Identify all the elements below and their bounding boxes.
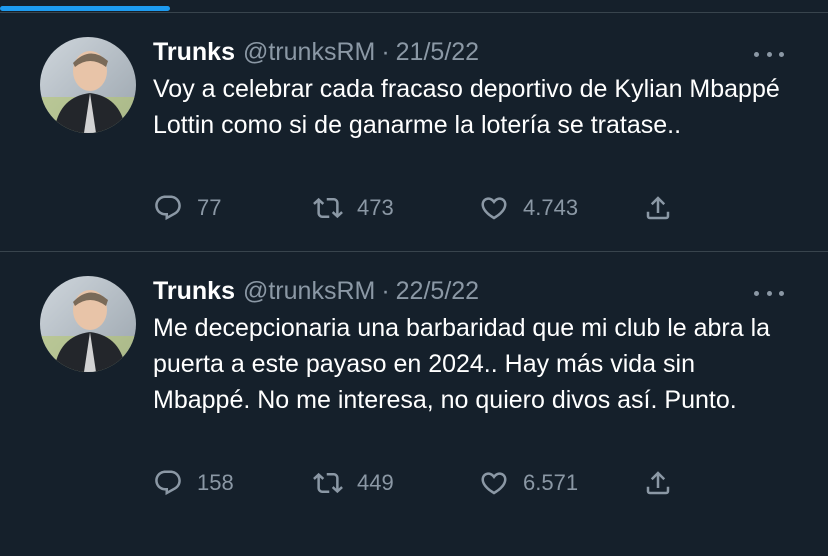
tweet-header: Trunks @trunksRM · 21/5/22 bbox=[153, 37, 479, 67]
share-icon bbox=[646, 471, 670, 495]
retweet-count: 449 bbox=[357, 470, 394, 495]
tweet-date[interactable]: 22/5/22 bbox=[396, 277, 479, 306]
author-handle[interactable]: @trunksRM bbox=[243, 277, 375, 306]
like-count: 4.743 bbox=[523, 195, 579, 220]
share-button[interactable] bbox=[643, 191, 673, 225]
reply-button[interactable]: 77 bbox=[153, 191, 221, 225]
tweet-actions: 158 449 6.571 bbox=[153, 466, 683, 500]
more-icon[interactable] bbox=[754, 49, 784, 59]
retweet-icon bbox=[313, 197, 343, 219]
retweet-count: 473 bbox=[357, 195, 394, 220]
tweet-actions: 77 473 4.743 bbox=[153, 191, 683, 225]
tweet-header: Trunks @trunksRM · 22/5/22 bbox=[153, 276, 479, 306]
reply-button[interactable]: 158 bbox=[153, 466, 234, 500]
retweet-button[interactable]: 473 bbox=[313, 191, 394, 225]
like-icon bbox=[481, 472, 507, 495]
more-icon[interactable] bbox=[754, 288, 784, 298]
reply-count: 158 bbox=[197, 470, 234, 495]
tweet-date[interactable]: 21/5/22 bbox=[396, 38, 479, 67]
tweet-text: Voy a celebrar cada fracaso deportivo de… bbox=[153, 75, 780, 139]
separator: · bbox=[381, 276, 390, 305]
retweet-button[interactable]: 449 bbox=[313, 466, 394, 500]
tweet[interactable]: Trunks @trunksRM · 22/5/22 Me decepciona… bbox=[0, 252, 828, 556]
like-icon bbox=[481, 197, 507, 220]
avatar[interactable] bbox=[40, 276, 136, 372]
like-button[interactable]: 4.743 bbox=[479, 191, 578, 225]
reply-icon bbox=[155, 470, 181, 496]
avatar[interactable] bbox=[40, 37, 136, 133]
retweet-icon bbox=[313, 472, 343, 494]
like-count: 6.571 bbox=[523, 470, 579, 495]
author-name[interactable]: Trunks bbox=[153, 277, 235, 306]
separator: · bbox=[381, 37, 390, 66]
like-button[interactable]: 6.571 bbox=[479, 466, 578, 500]
author-name[interactable]: Trunks bbox=[153, 38, 235, 67]
reply-count: 77 bbox=[197, 195, 222, 220]
reply-icon bbox=[155, 195, 181, 221]
author-handle[interactable]: @trunksRM bbox=[243, 38, 375, 67]
tweet-text: Me decepcionaria una barbaridad que mi c… bbox=[153, 314, 771, 414]
tab-indicator bbox=[0, 6, 170, 11]
share-icon bbox=[646, 196, 670, 220]
tweet[interactable]: Trunks @trunksRM · 21/5/22 Voy a celebra… bbox=[0, 13, 828, 251]
share-button[interactable] bbox=[643, 466, 673, 500]
